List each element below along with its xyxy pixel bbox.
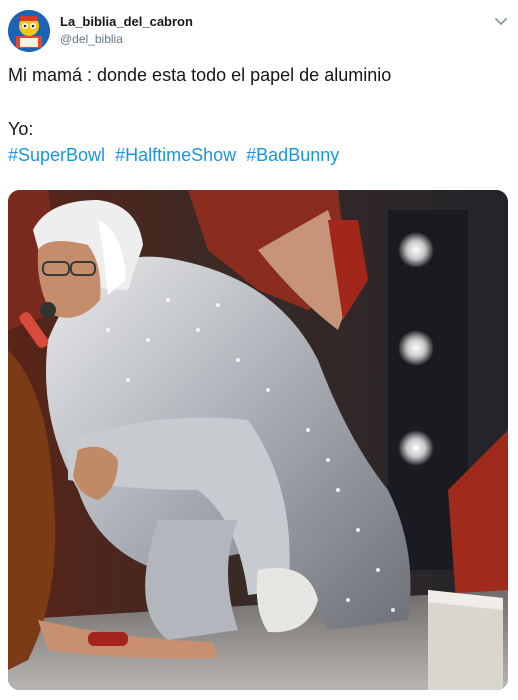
tweet-text-line: Mi mamá : donde esta todo el papel de al… [8,65,392,85]
tweet-header: La_biblia_del_cabron @del_biblia [0,0,518,62]
chevron-down-icon[interactable] [494,14,508,26]
tweet-photo[interactable] [8,190,508,690]
performer-photo [8,190,508,690]
cartoon-reader-avatar-icon [8,10,50,52]
user-handle[interactable]: @del_biblia [60,32,123,46]
hashtag-link[interactable]: #SuperBowl [8,145,105,165]
avatar[interactable] [8,10,50,52]
hashtag-link[interactable]: #HalftimeShow [115,145,236,165]
hashtag-link[interactable]: #BadBunny [246,145,339,165]
tweet-text-line: Yo: [8,119,34,139]
hashtag-row: #SuperBowl #HalftimeShow #BadBunny [8,145,344,166]
display-name[interactable]: La_biblia_del_cabron [60,14,193,29]
